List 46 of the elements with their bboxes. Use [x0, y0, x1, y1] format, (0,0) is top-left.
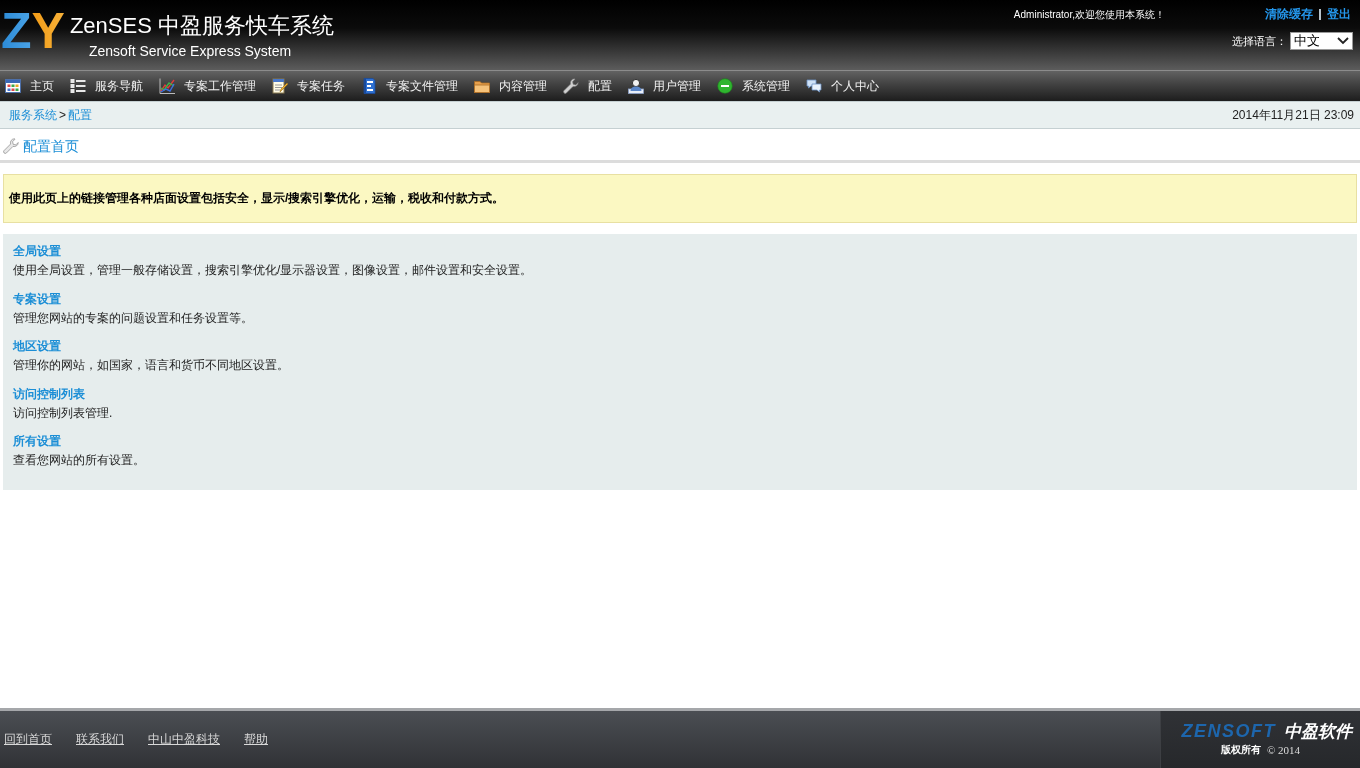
minus-circle-icon [717, 78, 733, 94]
user-icon [628, 78, 644, 94]
wrench-icon [563, 78, 579, 94]
nav-item[interactable]: 用户管理 [628, 78, 701, 94]
page-title: 配置首页 [23, 137, 79, 154]
nav-item[interactable]: 主页 [5, 78, 54, 94]
footer-link[interactable]: 回到首页 [4, 731, 52, 748]
nav-item[interactable]: 专案工作管理 [159, 78, 256, 94]
copyright-year: © 2014 [1267, 744, 1301, 756]
section-description: 管理你的网站，如国家，语言和货币不同地区设置。 [13, 357, 289, 374]
grid-icon [5, 78, 21, 94]
welcome-text: Administrator,欢迎您使用本系统！ [1013, 8, 1165, 22]
nav-item[interactable]: 内容管理 [474, 78, 547, 94]
chat-icon [806, 78, 822, 94]
nav-item[interactable]: 专案任务 [272, 78, 345, 94]
line-chart-icon [159, 78, 175, 94]
nav-item[interactable]: 系统管理 [717, 78, 790, 94]
notepad-icon [272, 78, 288, 94]
nav-item[interactable]: 配置 [563, 78, 612, 94]
language-label: 选择语言： [1232, 33, 1287, 49]
section-description: 管理您网站的专案的问题设置和任务设置等。 [13, 309, 253, 327]
footer-link[interactable]: 中山中盈科技 [148, 731, 220, 748]
nav-item[interactable]: 服务导航 [70, 78, 143, 94]
nav-item[interactable]: 个人中心 [806, 78, 879, 94]
section-description: 访问控制列表管理. [13, 404, 113, 422]
footer-link[interactable]: 联系我们 [76, 731, 124, 748]
brand-name-chinese: 中盈软件 [1284, 723, 1352, 740]
chevron-down-icon [1337, 37, 1349, 45]
folder-icon [474, 78, 490, 94]
language-select[interactable]: 中文 [1290, 32, 1353, 50]
app-subtitle: Zensoft Service Express System [88, 43, 292, 60]
copyright-holder: 版权所有 [1221, 743, 1261, 757]
header-link[interactable]: 登出 [1327, 6, 1351, 23]
section-description: 使用全局设置，管理一般存储设置，搜索引擎优化/显示器设置，图像设置，邮件设置和安全设置。 [13, 262, 533, 279]
document-icon [361, 78, 377, 94]
list-icon [70, 78, 86, 94]
breadcrumb-separator: > [59, 108, 66, 122]
footer-link[interactable]: 帮助 [244, 731, 268, 748]
wrench-icon [3, 137, 19, 154]
nav-item[interactable]: 专案文件管理 [361, 78, 458, 94]
notice-banner: 使用此页上的链接管理各种店面设置包括安全，显示/搜索引擎优化，运输，税收和付款方式。 [3, 174, 1357, 223]
app-title: ZenSES 中盈服务快车系统 [69, 13, 334, 39]
header-link[interactable]: 清除缓存 [1265, 6, 1313, 23]
date-time: 2014年11月21日 23:09 [1232, 108, 1354, 122]
section-description: 查看您网站的所有设置。 [13, 452, 145, 469]
brand-name: ZENSOFT [1181, 722, 1276, 740]
